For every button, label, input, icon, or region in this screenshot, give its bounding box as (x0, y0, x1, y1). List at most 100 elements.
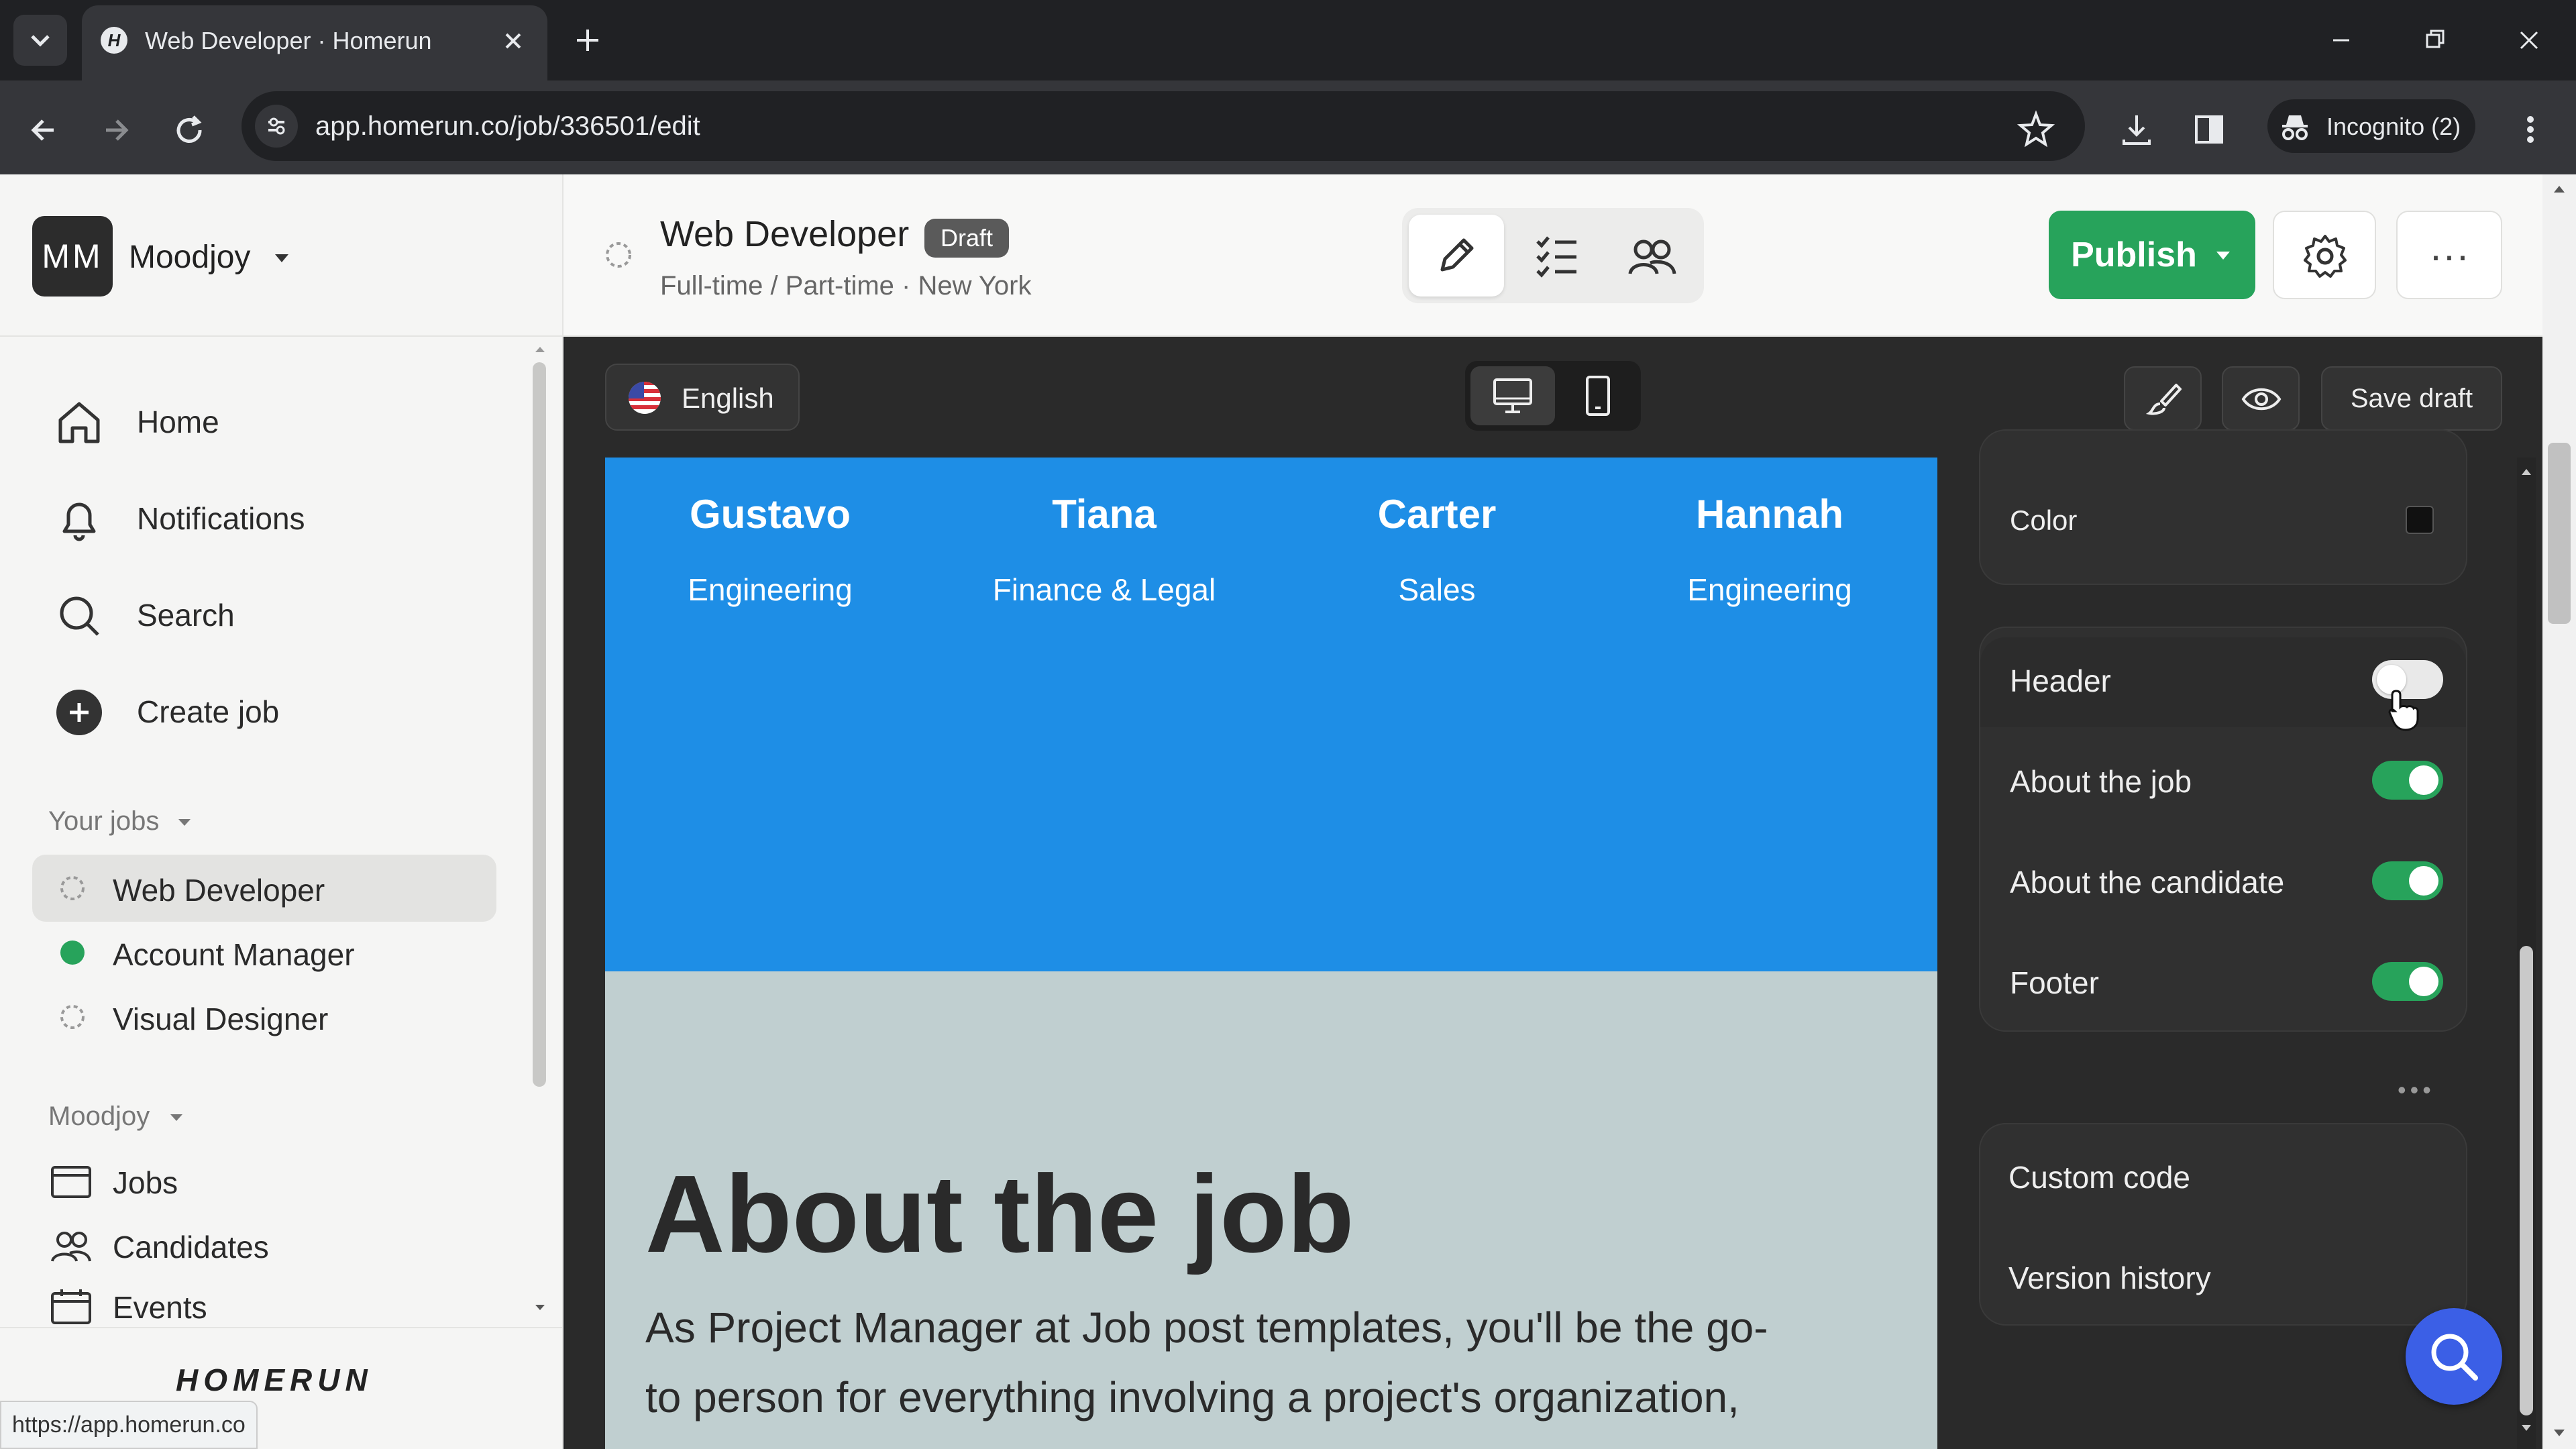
side-panel-button[interactable] (2186, 106, 2233, 153)
scroll-down-arrow-icon[interactable] (2520, 1421, 2533, 1434)
team-member-name: Carter (1377, 492, 1497, 537)
toggle-about-job[interactable] (2372, 761, 2443, 800)
version-history-link[interactable]: Version history (2008, 1260, 2211, 1296)
job-item-web-developer[interactable]: Web Developer (54, 861, 490, 915)
about-job-text[interactable]: to person for everything involving a pro… (645, 1373, 1739, 1422)
save-draft-button[interactable]: Save draft (2321, 366, 2502, 431)
forward-button[interactable] (91, 106, 140, 154)
new-tab-button[interactable] (568, 20, 608, 60)
scroll-up-arrow-icon[interactable] (534, 343, 546, 356)
star-icon (2017, 110, 2055, 148)
page-scrollbar-track (2542, 174, 2576, 1449)
team-member-dept: Finance & Legal (992, 572, 1216, 607)
close-icon (505, 33, 521, 49)
page-title[interactable]: Web Developer (660, 213, 909, 255)
minimize-icon (2333, 39, 2349, 42)
sidebar-item-label: Events (113, 1290, 207, 1325)
style-brush-button[interactable] (2124, 366, 2202, 431)
tab-team[interactable] (1609, 215, 1696, 297)
side-panel-icon (2195, 115, 2223, 144)
job-item-label: Visual Designer (113, 1002, 329, 1036)
desktop-preview-button[interactable] (1470, 366, 1555, 425)
sidebar-item-label: Notifications (137, 501, 305, 536)
publish-button[interactable]: Publish (2049, 211, 2255, 299)
toggle-knob (2409, 967, 2438, 996)
sidebar-item-create-job[interactable]: Create job (47, 679, 503, 746)
tab-checklist[interactable] (1513, 215, 1601, 297)
job-item-visual-designer[interactable]: Visual Designer (54, 990, 490, 1044)
url-text[interactable]: app.homerun.co/job/336501/edit (315, 111, 700, 142)
org-switcher[interactable]: Moodjoy (129, 239, 250, 276)
scroll-up-arrow-icon[interactable] (2552, 182, 2567, 197)
sidebar-item-home[interactable]: Home (47, 389, 503, 456)
downloads-button[interactable] (2113, 106, 2160, 153)
toggle-about-candidate[interactable] (2372, 861, 2443, 900)
mobile-preview-button[interactable] (1560, 366, 1635, 425)
panel-scrollbar-thumb[interactable] (2520, 946, 2533, 1415)
job-item-label: Account Manager (113, 937, 355, 972)
page-scrollbar-thumb[interactable] (2548, 443, 2571, 624)
team-member-name: Tiana (1052, 492, 1157, 537)
your-jobs-section-toggle[interactable]: Your jobs (48, 806, 159, 837)
bookmark-star-button[interactable] (2012, 106, 2059, 153)
team-member-name: Gustavo (689, 492, 851, 537)
about-job-text[interactable]: As Project Manager at Job post templates… (645, 1303, 1768, 1352)
scroll-down-arrow-icon[interactable] (2552, 1425, 2567, 1440)
section-label-header: Header (2010, 663, 2111, 698)
reload-icon (176, 115, 202, 143)
preview-button[interactable] (2222, 366, 2300, 431)
about-job-heading[interactable]: About the job (645, 1151, 1354, 1277)
mobile-icon (1586, 376, 1610, 416)
sidebar-item-label: Search (137, 598, 235, 633)
job-meta: Full-time / Part-time · New York (660, 271, 1032, 301)
divider (0, 1327, 562, 1328)
custom-code-link[interactable]: Custom code (2008, 1159, 2190, 1195)
sidebar-item-jobs[interactable]: Jobs (47, 1155, 503, 1209)
sidebar-item-notifications[interactable]: Notifications (47, 486, 503, 553)
back-button[interactable] (20, 106, 68, 154)
browser-menu-button[interactable] (2510, 106, 2551, 153)
more-options-button[interactable]: ··· (2396, 211, 2502, 299)
status-badge: Draft (924, 219, 1010, 258)
sidebar-scrollbar[interactable] (533, 362, 546, 1087)
publish-label: Publish (2071, 235, 2197, 274)
job-item-account-manager[interactable]: Account Manager (54, 926, 490, 979)
home-icon (58, 402, 100, 443)
sidebar-item-label: Home (137, 405, 219, 439)
sidebar-item-events[interactable]: Events (47, 1284, 503, 1327)
color-swatch[interactable] (2406, 506, 2434, 534)
sidebar-item-search[interactable]: Search (47, 582, 503, 649)
bell-icon (62, 502, 96, 541)
settings-button[interactable] (2273, 211, 2376, 299)
checklist-icon (1536, 236, 1576, 278)
plus-circle-icon (56, 690, 102, 735)
gear-icon (2304, 235, 2347, 278)
pencil-icon (1440, 238, 1474, 272)
sidebar-item-candidates[interactable]: Candidates (47, 1220, 503, 1273)
tab-search-button[interactable] (13, 15, 67, 66)
minimize-window-button[interactable] (2321, 20, 2361, 60)
scroll-up-arrow-icon[interactable] (2520, 466, 2533, 479)
toggle-footer[interactable] (2372, 962, 2443, 1001)
reload-button[interactable] (165, 106, 213, 154)
team-member-dept: Sales (1398, 572, 1476, 607)
us-flag-icon (628, 381, 661, 415)
caret-down-icon[interactable] (270, 246, 294, 270)
scroll-down-arrow-icon[interactable] (534, 1301, 546, 1313)
more-dots[interactable]: ••• (2398, 1076, 2435, 1104)
help-search-button[interactable] (2406, 1308, 2502, 1405)
org-avatar[interactable]: MM (32, 216, 113, 297)
link-hover-status: https://app.homerun.co (0, 1401, 258, 1449)
mouse-cursor-icon (2387, 688, 2420, 733)
restore-window-button[interactable] (2415, 20, 2455, 60)
plus-icon (577, 30, 598, 51)
toggle-knob (2409, 765, 2438, 795)
tab-edit[interactable] (1409, 215, 1504, 297)
sidebar-item-label: Create job (137, 694, 280, 729)
incognito-icon (2277, 109, 2313, 145)
sidebar-item-label: Jobs (113, 1165, 178, 1200)
site-info-icon[interactable] (255, 105, 298, 148)
close-tab-button[interactable] (496, 24, 530, 58)
close-window-button[interactable] (2509, 20, 2549, 60)
org-section-toggle[interactable]: Moodjoy (48, 1102, 150, 1132)
